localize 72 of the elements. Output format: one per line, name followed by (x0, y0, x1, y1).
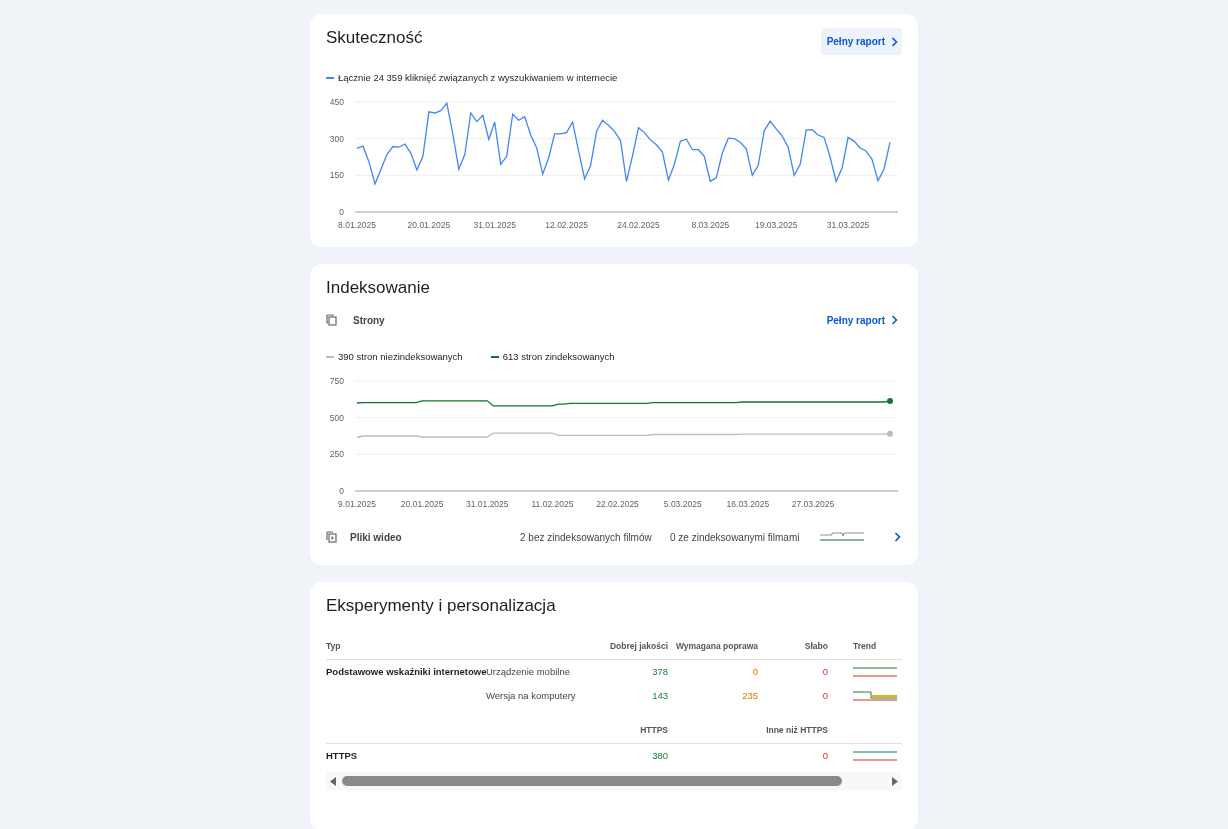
legend-label: 390 stron niezindeksowanych (338, 349, 463, 364)
section-title: Indeksowanie (326, 278, 431, 299)
row-label: HTTPS (326, 749, 358, 764)
scroll-left-icon[interactable] (330, 776, 336, 786)
full-report-link[interactable]: Pełny raport (820, 306, 902, 334)
axis-tick-label: 16.03.2025 (726, 498, 770, 509)
scrollbar-thumb[interactable] (342, 776, 843, 787)
axis-tick-label: 500 (329, 412, 344, 423)
legend-swatch (326, 77, 334, 80)
trend-sparkline (853, 690, 897, 703)
axis-tick-label: 9.01.2025 (338, 498, 376, 509)
axis-tick-label: 31.01.2025 (466, 498, 509, 509)
axis-tick-label: 12.02.2025 (545, 220, 588, 231)
video-icon (326, 531, 337, 544)
section-label: Pliki wideo (350, 530, 403, 545)
axis-tick-label: 31.03.2025 (826, 220, 870, 231)
legend-swatch (490, 355, 499, 358)
axis-tick-label: 22.02.2025 (596, 498, 639, 509)
table-cell: 0 (822, 689, 828, 704)
scroll-right-icon[interactable] (892, 776, 898, 786)
video-count: 2 bez zindeksowanych filmów (520, 530, 653, 545)
axis-tick-label: 31.01.2025 (473, 220, 516, 231)
table-cell: 143 (652, 689, 668, 704)
column-header: HTTPS (640, 724, 668, 738)
end-point-marker (887, 430, 893, 437)
column-header: Inne niż HTTPS (766, 724, 828, 738)
end-point-marker (887, 398, 893, 404)
chevron-right-icon (894, 532, 901, 543)
section-label: Strony (353, 313, 386, 328)
table-cell: Urządzenie mobilne (486, 665, 570, 680)
axis-tick-label: 0 (339, 485, 344, 496)
table-cell: 0 (822, 665, 828, 680)
table-cell: 0 (822, 749, 828, 764)
axis-tick-label: 19.03.2025 (754, 220, 798, 231)
trend-sparkline (853, 666, 897, 679)
column-header: Słabo (804, 640, 828, 654)
chevron-right-icon (891, 36, 898, 47)
axis-tick-label: 8.01.2025 (338, 220, 376, 231)
table-cell: 380 (652, 749, 668, 764)
section-title: Eksperymenty i personalizacja (326, 595, 557, 617)
full-report-link[interactable]: Pełny raport (820, 28, 902, 55)
chevron-right-icon (891, 315, 898, 326)
axis-tick-label: 750 (329, 375, 344, 386)
table-cell: 378 (652, 665, 668, 680)
video-count: 0 ze zindeksowanymi filmami (670, 530, 801, 545)
trend-sparkline (853, 750, 897, 763)
axis-tick-label: 27.03.2025 (791, 498, 835, 509)
table-cell: 0 (752, 665, 758, 680)
axis-tick-label: 8.03.2025 (691, 220, 730, 231)
column-header: Trend (853, 640, 877, 654)
axis-tick-label: 24.02.2025 (617, 220, 660, 231)
trend-sparkline (820, 532, 864, 543)
column-header: Dobrej jakości (609, 640, 668, 654)
axis-tick-label: 450 (329, 97, 344, 108)
legend-label: 613 stron zindeksowanych (502, 349, 615, 364)
axis-tick-label: 20.01.2025 (407, 220, 451, 231)
section-title: Skuteczność (326, 28, 423, 49)
column-header: Typ (326, 640, 341, 654)
legend-label: Łącznie 24 359 kliknięć związanych z wyszukiwaniem w internecie (338, 71, 618, 85)
axis-tick-label: 300 (329, 133, 344, 144)
table-cell: Wersja na komputery (486, 689, 576, 704)
axis-tick-label: 11.02.2025 (531, 498, 574, 509)
axis-tick-label: 20.01.2025 (400, 498, 444, 509)
column-header: Wymagana poprawa (675, 640, 758, 654)
axis-tick-label: 150 (329, 170, 344, 181)
axis-tick-label: 5.03.2025 (663, 498, 702, 509)
axis-tick-label: 0 (339, 207, 344, 218)
table-cell: 235 (742, 689, 758, 704)
axis-tick-label: 250 (329, 449, 344, 460)
legend-swatch (326, 355, 334, 358)
row-label: Podstawowe wskaźniki internetowe (326, 665, 487, 680)
pages-icon (326, 314, 337, 327)
